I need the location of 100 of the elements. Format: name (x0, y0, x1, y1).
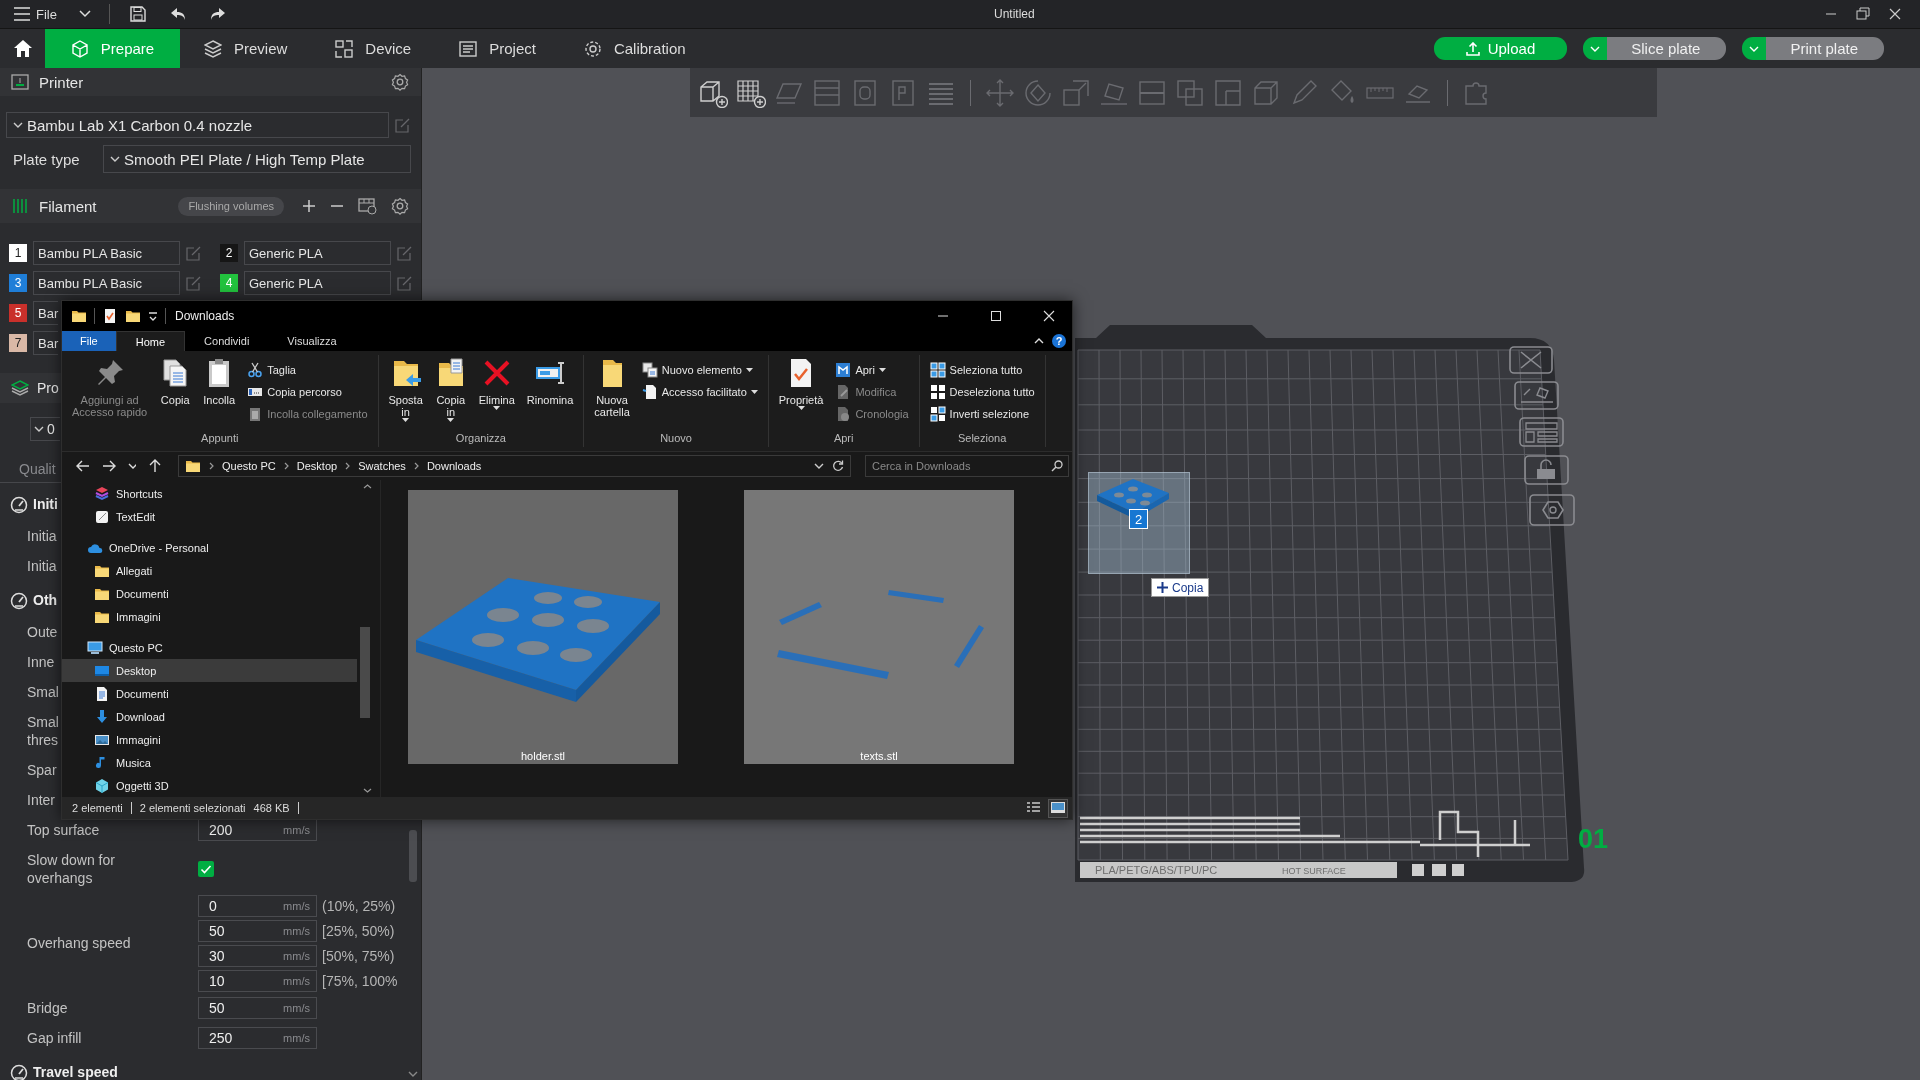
collapse-icon[interactable] (1034, 338, 1044, 344)
speed-field[interactable]: 10 mm/s (198, 969, 317, 992)
filament-field[interactable]: Bar (33, 331, 58, 355)
file-name[interactable]: holder.stl (408, 750, 678, 762)
ribbon-button[interactable]: Taglia (243, 359, 372, 381)
help-button[interactable]: ? (1052, 334, 1066, 348)
ribbon-button[interactable]: Seleziona tutto (925, 359, 1039, 381)
view-button[interactable] (1048, 798, 1068, 818)
printer-dropdown[interactable]: Bambu Lab X1 Carbon 0.4 nozzle (6, 112, 389, 138)
nav-item[interactable]: Oggetti 3D (62, 774, 357, 797)
speed-field[interactable]: 50 mm/s (198, 997, 317, 1019)
settings-tab[interactable]: Qualit (19, 460, 56, 477)
ribbon-tab[interactable]: Home (115, 331, 186, 351)
ribbon-button[interactable]: Proprietà (774, 355, 828, 417)
filament-number[interactable]: 3 (9, 274, 27, 292)
arrange-icon[interactable] (1514, 381, 1559, 410)
filament-number[interactable]: 5 (9, 304, 27, 322)
save-icon[interactable] (129, 6, 146, 22)
dropdown-button[interactable] (1742, 37, 1767, 60)
nav-tab[interactable]: Device (311, 29, 436, 68)
scroll-down-icon[interactable] (408, 1071, 418, 1077)
breadcrumb[interactable]: Questo PC (222, 460, 276, 472)
nav-item[interactable]: Documenti (62, 682, 357, 705)
edit-icon[interactable] (395, 117, 411, 133)
edit-icon[interactable] (186, 245, 202, 261)
action-button[interactable]: Slice plate (1607, 37, 1727, 60)
caret-icon[interactable] (78, 10, 91, 18)
edit-icon[interactable] (186, 275, 202, 291)
nav-item[interactable]: Immagini (62, 605, 357, 628)
nav-item[interactable]: Allegati (62, 559, 357, 582)
ribbon-button[interactable]: Incolla (199, 355, 240, 408)
nav-item[interactable]: Documenti (62, 582, 357, 605)
ribbon-tab[interactable]: Visualizza (268, 331, 356, 351)
edit-icon[interactable] (397, 275, 413, 291)
scrollbar-thumb[interactable] (360, 627, 370, 718)
nav-tab[interactable]: Calibration (559, 29, 710, 68)
ribbon-button[interactable]: Sposta in (384, 355, 427, 429)
search-field[interactable]: Cerca in Downloads (865, 455, 1069, 477)
filament-field[interactable]: Generic PLA (244, 271, 391, 295)
breadcrumb[interactable]: Swatches (358, 460, 406, 472)
plate-type-dropdown[interactable]: Smooth PEI Plate / High Temp Plate (103, 145, 411, 173)
nav-item[interactable]: Musica (62, 751, 357, 774)
ribbon-button[interactable]: Nuovo elemento (637, 359, 762, 381)
redo-icon[interactable] (209, 7, 226, 21)
lock-icon[interactable] (1524, 455, 1569, 485)
preset-dropdown[interactable]: 0 (30, 417, 60, 441)
filament-field[interactable]: Bambu PLA Basic (33, 241, 180, 265)
ribbon-button[interactable]: Copia percorso (243, 381, 372, 403)
ribbon-button[interactable]: Copia in (430, 355, 471, 429)
layout-icon[interactable] (1519, 417, 1564, 447)
flushing-volumes-button[interactable]: Flushing volumes (178, 196, 284, 216)
file-name[interactable]: texts.stl (744, 750, 1014, 762)
nav-item[interactable]: Shortcuts (62, 482, 357, 505)
settings-icon[interactable] (391, 73, 409, 91)
nav-tab[interactable]: Preview (180, 29, 312, 68)
forward-icon[interactable] (102, 459, 116, 473)
up-icon[interactable] (148, 459, 162, 473)
scroll-down-icon[interactable] (363, 788, 372, 793)
action-button[interactable]: Print plate (1766, 37, 1884, 60)
filament-field[interactable]: Bar (33, 301, 58, 325)
ribbon-button[interactable]: Nuova cartella (590, 355, 634, 420)
table-icon[interactable] (358, 197, 377, 215)
ribbon-button[interactable]: Accesso facilitato (637, 381, 762, 403)
nav-item[interactable]: Questo PC (62, 636, 357, 659)
folder-icon[interactable] (125, 308, 141, 324)
ribbon-tab[interactable]: Condividi (185, 331, 269, 351)
folder-icon[interactable] (71, 308, 87, 324)
file-menu-button[interactable]: File (14, 2, 57, 26)
filament-field[interactable]: Bambu PLA Basic (33, 271, 180, 295)
address-bar[interactable]: Questo PC Desktop Swatches Downloads (178, 455, 851, 477)
settings-icon[interactable] (391, 197, 409, 215)
ribbon-button[interactable]: Elimina (474, 355, 519, 417)
back-icon[interactable] (76, 459, 90, 473)
speed-field[interactable]: 250 mm/s (198, 1027, 317, 1049)
breadcrumb[interactable]: Desktop (296, 460, 338, 472)
document-check-icon[interactable] (102, 308, 118, 324)
caret-icon[interactable] (814, 463, 824, 469)
nav-item[interactable]: Immagini (62, 728, 357, 751)
nav-item[interactable]: TextEdit (62, 505, 357, 528)
restore-icon[interactable] (1856, 7, 1870, 21)
plus-icon[interactable] (302, 199, 316, 213)
ribbon-button[interactable]: Copia (155, 355, 196, 408)
ribbon-button[interactable]: Apri (831, 359, 913, 381)
caret-icon[interactable] (128, 463, 136, 469)
nav-item[interactable]: Desktop (62, 659, 357, 682)
filament-number[interactable]: 7 (9, 334, 27, 352)
nav-tab[interactable]: Project (435, 29, 560, 68)
ribbon-button[interactable]: Rinomina (522, 355, 578, 408)
filament-number[interactable]: 1 (9, 244, 27, 262)
speed-field[interactable]: 0 mm/s (198, 894, 317, 917)
nav-item[interactable]: Download (62, 705, 357, 728)
ribbon-tab[interactable]: File (62, 331, 116, 351)
dropdown-button[interactable] (1583, 37, 1608, 60)
breadcrumb[interactable]: Downloads (426, 460, 482, 472)
refresh-icon[interactable] (832, 460, 844, 472)
maximize-icon[interactable] (990, 310, 1002, 322)
edit-icon[interactable] (397, 245, 413, 261)
close-icon[interactable] (1888, 7, 1902, 21)
filament-field[interactable]: Generic PLA (244, 241, 391, 265)
scrollbar-thumb[interactable] (409, 830, 417, 882)
